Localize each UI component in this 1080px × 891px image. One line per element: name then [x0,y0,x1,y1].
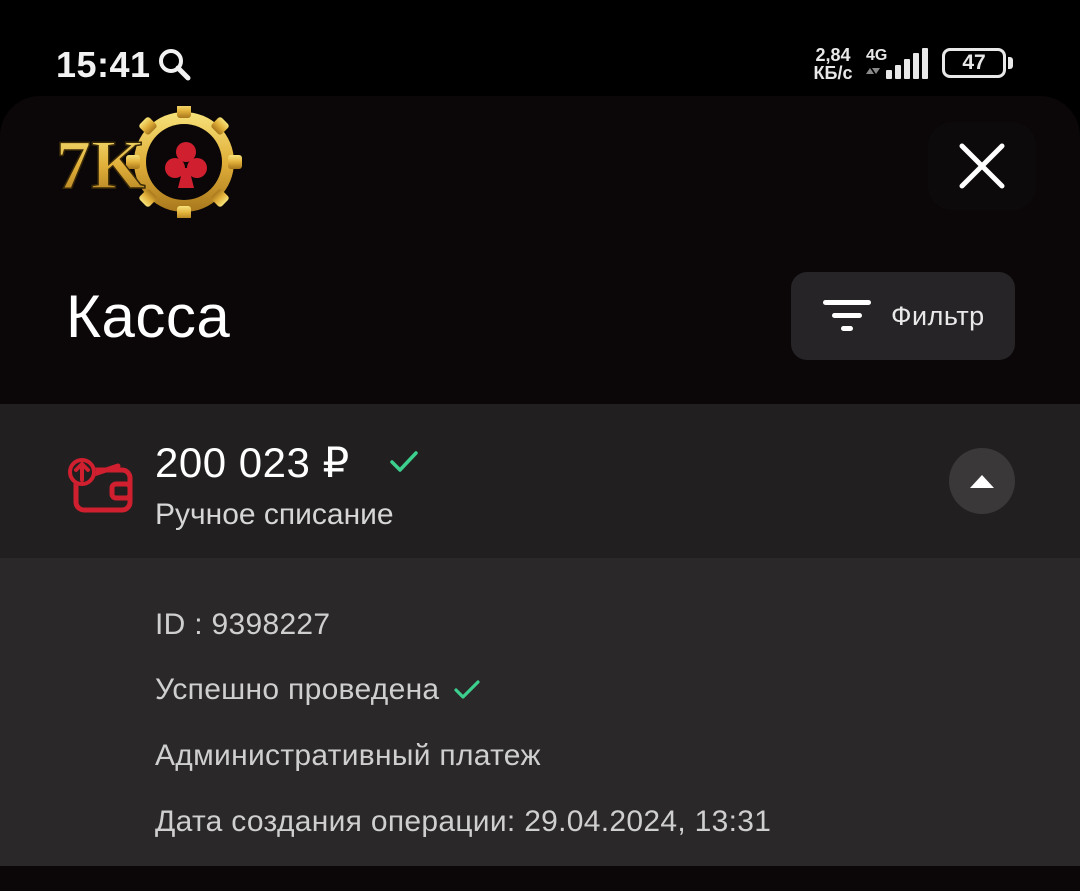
signal-icon: 4G [866,47,928,79]
transaction-created-date: Дата создания операции: 29.04.2024, 13:3… [155,805,772,838]
search-icon [159,49,191,81]
collapse-button[interactable] [949,448,1015,514]
check-icon [390,451,418,472]
battery-tip [1008,57,1013,69]
filter-icon [823,300,871,331]
wallet-outgoing-icon [68,458,133,513]
status-bar: 15:41 2,84 КБ/с 4G 47 [0,0,1080,96]
screen: 15:41 2,84 КБ/с 4G 47 7K Касса Фильтр 20… [0,0,1080,891]
transaction-row[interactable]: 200 023 ₽ Ручное списание [0,404,1080,558]
filter-button[interactable]: Фильтр [791,272,1015,360]
net-speed-unit: КБ/с [813,63,853,83]
transaction-status: Успешно проведена [155,673,481,707]
battery-level: 47 [962,51,986,74]
transaction-status-text: Успешно проведена [155,673,440,706]
net-speed-value: 2,84 [815,45,851,65]
filter-label: Фильтр [891,300,985,331]
check-icon [454,680,481,699]
chevron-up-icon [970,475,994,488]
net-type-label: 4G [866,47,887,64]
close-button[interactable] [928,122,1036,210]
brand-logo: 7K [55,106,242,218]
transaction-details: ID : 9398227 Успешно проведена Администр… [0,558,1080,866]
net-speed: 2,84 КБ/с [810,46,856,82]
transaction-category: Административный платеж [155,739,541,772]
page-title: Касса [66,283,231,350]
brand-logo-text: 7K [56,127,145,204]
close-icon [959,143,1005,189]
status-time: 15:41 [56,44,151,85]
battery-icon: 47 [942,48,1006,78]
transaction-id: ID : 9398227 [155,608,331,641]
transaction-type: Ручное списание [155,498,394,531]
transaction-amount: 200 023 ₽ [155,439,350,486]
